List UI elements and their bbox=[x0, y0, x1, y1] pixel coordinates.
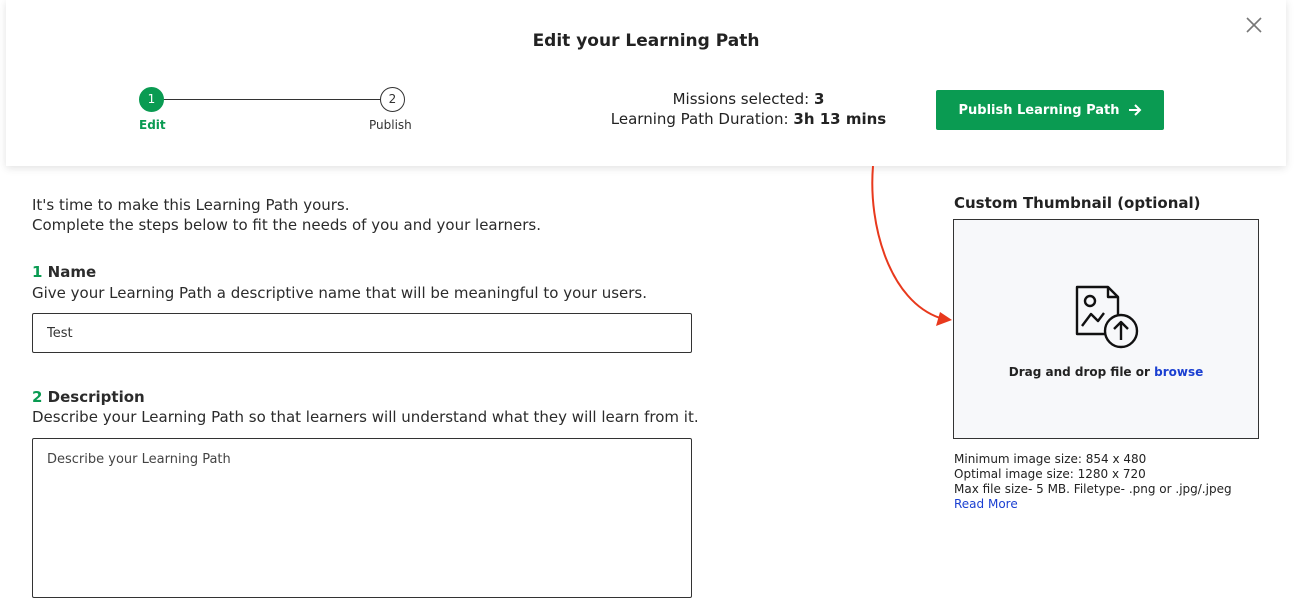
image-upload-icon bbox=[1075, 285, 1139, 349]
intro-line-2: Complete the steps below to fit the need… bbox=[32, 216, 541, 234]
stepper-line bbox=[158, 99, 398, 100]
thumbnail-dropzone[interactable]: Drag and drop file or browse bbox=[953, 219, 1259, 439]
read-more-link[interactable]: Read More bbox=[954, 497, 1232, 512]
min-image-size: Minimum image size: 854 x 480 bbox=[954, 452, 1147, 466]
description-section-number: 2 bbox=[32, 388, 43, 406]
description-section-description: Describe your Learning Path so that lear… bbox=[32, 408, 699, 426]
max-file-size: Max file size- 5 MB. Filetype- .png or .… bbox=[954, 482, 1232, 496]
name-section-heading: 1 Name bbox=[32, 263, 96, 281]
thumbnail-heading: Custom Thumbnail (optional) bbox=[954, 194, 1201, 212]
close-icon[interactable] bbox=[1243, 14, 1265, 36]
thumbnail-requirements: Minimum image size: 854 x 480 Optimal im… bbox=[954, 452, 1232, 512]
browse-link[interactable]: browse bbox=[1154, 365, 1203, 379]
step-2-label: Publish bbox=[369, 118, 412, 132]
path-duration: Learning Path Duration: 3h 13 mins bbox=[610, 110, 887, 128]
name-input[interactable] bbox=[32, 313, 692, 353]
missions-count: 3 bbox=[813, 90, 825, 108]
step-1-indicator: 1 bbox=[139, 87, 164, 112]
publish-learning-path-button[interactable]: Publish Learning Path bbox=[936, 90, 1164, 130]
description-textarea[interactable] bbox=[32, 438, 692, 598]
progress-stepper: 1 2 Edit Publish bbox=[136, 87, 436, 137]
header-panel: Edit your Learning Path 1 2 Edit Publish… bbox=[6, 0, 1286, 166]
arrow-right-icon bbox=[1128, 104, 1141, 116]
description-section-title: Description bbox=[47, 388, 145, 406]
publish-button-label: Publish Learning Path bbox=[958, 102, 1120, 118]
page-title: Edit your Learning Path bbox=[532, 31, 760, 51]
description-section-heading: 2 Description bbox=[32, 388, 145, 406]
duration-value: 3h 13 mins bbox=[793, 110, 887, 128]
step-2-indicator: 2 bbox=[380, 87, 405, 112]
name-section-title: Name bbox=[47, 263, 97, 281]
optimal-image-size: Optimal image size: 1280 x 720 bbox=[954, 467, 1146, 481]
intro-line-1: It's time to make this Learning Path you… bbox=[32, 196, 350, 214]
name-section-number: 1 bbox=[32, 263, 43, 281]
step-1-label: Edit bbox=[139, 118, 166, 132]
path-summary: Missions selected: 3 Learning Path Durat… bbox=[591, 89, 906, 129]
missions-selected: Missions selected: 3 bbox=[672, 90, 825, 108]
name-section-description: Give your Learning Path a descriptive na… bbox=[32, 284, 647, 302]
drop-text: Drag and drop file or browse bbox=[1008, 365, 1204, 379]
intro-text: It's time to make this Learning Path you… bbox=[32, 195, 541, 235]
annotation-arrow-icon bbox=[871, 166, 952, 326]
